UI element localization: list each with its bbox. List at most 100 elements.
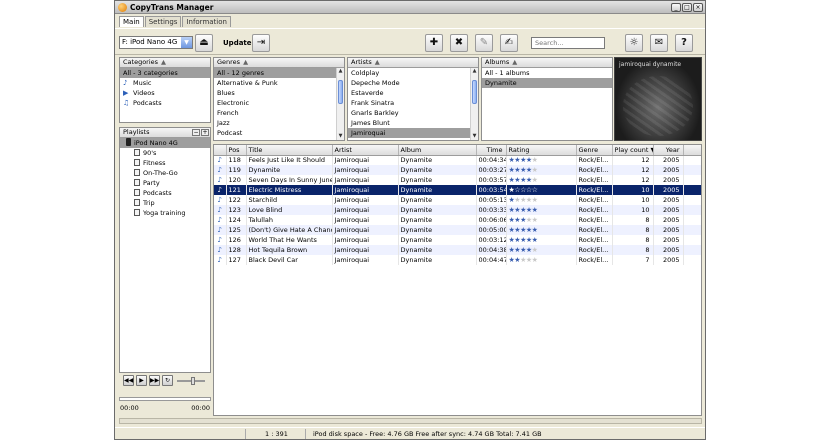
column-header-rating[interactable]: Rating [506,145,577,156]
playlist-item[interactable]: 90's [120,148,210,158]
track-rating[interactable]: ★★★★★ [506,205,577,215]
eject-button[interactable]: ⏏ [195,34,213,52]
table-row[interactable]: ♪ 122 Starchild Jamiroquai Dynamite 00:05:13 ★… [214,195,701,205]
artist-item[interactable]: Estaverde [348,88,478,98]
star-filled-icon[interactable]: ★ [532,206,538,214]
genres-header[interactable]: Genres ▲ [214,58,344,68]
category-item-all[interactable]: All - 3 categories [120,68,210,78]
star-empty-icon[interactable]: ★ [532,196,538,204]
album-item[interactable]: Dynamite [482,78,612,88]
artist-item[interactable]: James Blunt [348,118,478,128]
tab-information[interactable]: Information [182,16,231,27]
track-rating[interactable]: ★★★★★ [506,165,577,175]
category-item-music[interactable]: ♪ Music [120,78,210,88]
playback-progress[interactable] [119,397,211,401]
table-row[interactable]: ♪ 121 Electric Mistress Jamiroquai Dynamite 0… [214,185,701,195]
table-row[interactable]: ♪ 126 World That He Wants Jamiroquai Dynamit… [214,235,701,245]
star-empty-icon[interactable]: ★ [532,256,538,264]
track-rating[interactable]: ★★★★★ [506,155,577,165]
genre-item[interactable]: All - 12 genres [214,68,344,78]
title-bar[interactable]: CopyTrans Manager _ □ × [115,1,705,14]
genre-item[interactable]: Blues [214,88,344,98]
track-rating[interactable]: ★★★★★ [506,245,577,255]
repeat-button[interactable]: ↻ [162,375,173,386]
table-row[interactable]: ♪ 123 Love Blind Jamiroquai Dynamite 00:03:33… [214,205,701,215]
artist-item[interactable]: Depeche Mode [348,78,478,88]
album-item[interactable]: All - 1 albums [482,68,612,78]
column-header-artist[interactable]: Artist [332,145,399,156]
add-playlist-button[interactable]: + [201,129,209,136]
track-rating[interactable]: ★★★★★ [506,255,577,265]
volume-knob[interactable] [191,377,195,385]
star-filled-icon[interactable]: ★ [532,236,538,244]
table-row[interactable]: ♪ 118 Feels Just Like It Should Jamiroquai D… [214,155,701,165]
scroll-up-icon[interactable]: ▲ [471,68,478,75]
category-item-podcasts[interactable]: ♫ Podcasts [120,98,210,108]
scroll-thumb[interactable] [338,80,343,104]
track-rating[interactable]: ★★★★★ [506,235,577,245]
scroll-down-icon[interactable]: ▼ [471,133,478,140]
column-header-pos[interactable]: Pos [226,145,247,156]
track-rating[interactable]: ★★★★★ [506,195,577,205]
add-track-button[interactable]: ✚ [425,34,443,52]
column-header-genre[interactable]: Genre [576,145,613,156]
playlist-item[interactable]: Fitness [120,158,210,168]
update-label[interactable]: Update [223,39,252,47]
column-header-type[interactable] [214,145,227,156]
star-empty-icon[interactable]: ★ [532,216,538,224]
genre-item[interactable]: French [214,108,344,118]
column-header-play-count[interactable]: Play count ▼ [612,145,654,156]
playlist-item[interactable]: Yoga training [120,208,210,218]
star-empty-icon[interactable]: ★ [532,176,538,184]
playlist-item[interactable]: Party [120,178,210,188]
genre-item[interactable]: Jazz [214,118,344,128]
star-empty-icon[interactable]: ★ [532,156,538,164]
star-empty-icon[interactable]: ★ [532,246,538,254]
artist-item[interactable]: Jamiroquai [348,128,478,138]
category-item-videos[interactable]: ▶ Videos [120,88,210,98]
artists-scrollbar[interactable]: ▲ ▼ [470,68,478,140]
track-rating[interactable]: ★★★★★ [506,175,577,185]
track-rating[interactable]: ★☆☆☆☆ [506,185,577,195]
play-button[interactable]: ▶ [136,375,147,386]
categories-header[interactable]: Categories ▲ [120,58,210,68]
previous-button[interactable]: ◀◀ [123,375,134,386]
column-header-time[interactable]: Time [476,145,507,156]
device-select[interactable]: F: iPod Nano 4G ▼ [119,36,193,49]
playlist-item[interactable]: Podcasts [120,188,210,198]
table-row[interactable]: ♪ 128 Hot Tequila Brown Jamiroquai Dynamite 0… [214,245,701,255]
chevron-down-icon[interactable]: ▼ [181,37,192,48]
track-rating[interactable]: ★★★★★ [506,225,577,235]
feedback-button[interactable]: ✉ [650,34,668,52]
tab-settings[interactable]: Settings [144,16,182,27]
column-header-album[interactable]: Album [398,145,477,156]
playlist-item[interactable]: On-The-Go [120,168,210,178]
table-row[interactable]: ♪ 125 (Don't) Give Hate A Chance Jamiroquai… [214,225,701,235]
search-input[interactable] [531,37,605,49]
column-header-title[interactable]: Title [246,145,333,156]
table-row[interactable]: ♪ 120 Seven Days In Sunny June Jamiroquai Dy… [214,175,701,185]
albums-header[interactable]: Albums ▲ [482,58,612,68]
track-rating[interactable]: ★★★★★ [506,215,577,225]
edit-playlist-button[interactable]: ✎ [475,34,493,52]
remove-playlist-button[interactable]: − [192,129,200,136]
edit-track-button[interactable]: ✍ [500,34,518,52]
maximize-button[interactable]: □ [682,3,692,12]
column-header-year[interactable]: Year [653,145,684,156]
genre-item[interactable]: Alternative & Punk [214,78,344,88]
volume-slider[interactable] [177,377,205,385]
horizontal-scrollbar[interactable] [119,418,702,424]
artist-item[interactable]: Gnarls Barkley [348,108,478,118]
genre-item[interactable]: Electronic [214,98,344,108]
tab-main[interactable]: Main [119,16,144,27]
artist-item[interactable]: Coldplay [348,68,478,78]
artist-item[interactable]: Frank Sinatra [348,98,478,108]
minimize-button[interactable]: _ [671,3,681,12]
next-button[interactable]: ▶▶ [149,375,160,386]
scroll-down-icon[interactable]: ▼ [337,133,344,140]
table-row[interactable]: ♪ 124 Talullah Jamiroquai Dynamite 00:06:06 ★★… [214,215,701,225]
close-button[interactable]: × [693,3,703,12]
tips-button[interactable]: ☼ [625,34,643,52]
playlist-device[interactable]: iPod Nano 4G [120,138,210,148]
update-button[interactable]: ⇥ [252,34,270,52]
